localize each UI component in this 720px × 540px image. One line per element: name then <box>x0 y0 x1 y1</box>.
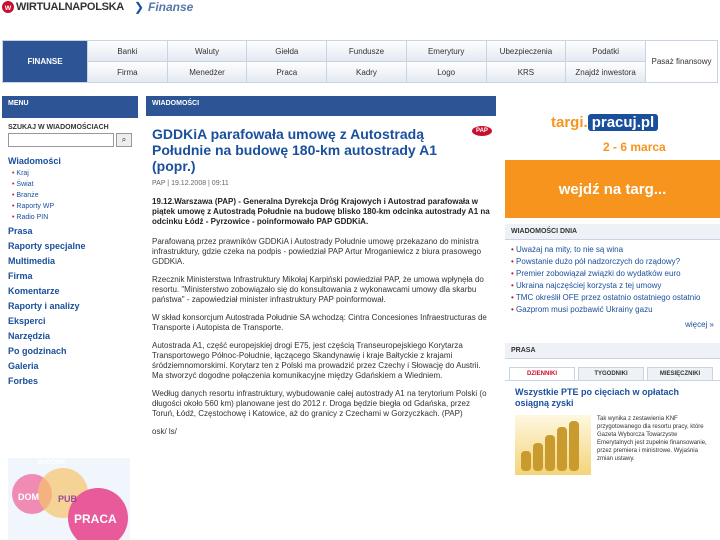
promo-label: PRACA <box>74 512 117 526</box>
article-paragraph: Parafowaną przez prawników GDDKiA i Auto… <box>152 237 482 266</box>
press-article-text: Tak wynika z zestawienia KNF przygotowan… <box>597 416 707 462</box>
right-column: targi. pracuj.pl 2 - 6 marca wejdź na tar… <box>505 96 720 475</box>
tab-dzienniki[interactable]: DZIENNIKI <box>509 367 575 380</box>
promo-label: DOM <box>18 492 39 502</box>
ad-logo: targi. pracuj.pl <box>551 114 659 131</box>
top-bar: w WIRTUALNAPOLSKA ❯ Finanse <box>0 0 720 14</box>
menu-subitem[interactable]: Raporty WP <box>2 201 138 212</box>
article-paragraph: osk/ ls/ <box>152 427 177 436</box>
coin-stack <box>569 421 579 471</box>
menu-item[interactable]: Galeria <box>2 360 138 373</box>
menu-item[interactable]: Po godzinach <box>2 345 138 358</box>
news-item[interactable]: Uważaj na mity, to nie są wina <box>511 244 714 256</box>
article-paragraph: W skład konsorcjum Autostrada Południe S… <box>152 313 487 332</box>
menu-subitem[interactable]: Kraj <box>2 168 138 179</box>
coins-image <box>515 415 591 475</box>
nav-item[interactable]: Podatki <box>565 41 645 62</box>
menu-item[interactable]: Raporty i analizy <box>2 300 138 313</box>
search-input[interactable] <box>8 133 114 147</box>
press-article-body: Tak wynika z zestawienia KNF przygotowan… <box>515 415 720 475</box>
search-icon: ⌕ <box>121 135 127 144</box>
main-nav: FINANSE Banki Waluty Giełda Fundusze Eme… <box>2 40 718 83</box>
search-row: ⌕ <box>2 133 138 147</box>
nav-item[interactable]: Menedżer <box>166 62 247 83</box>
article-section-header: WIADOMOŚCI <box>146 96 496 116</box>
article-paragraph: Według danych resortu infrastruktury, wy… <box>152 389 487 418</box>
nav-item[interactable]: Emerytury <box>405 41 486 62</box>
menu-item-wiadomosci[interactable]: Wiadomości <box>2 155 138 168</box>
coin-stack <box>521 451 531 471</box>
coin-stack <box>533 443 543 471</box>
search-label: SZUKAJ W WIADOMOŚCIACH <box>8 124 109 131</box>
nav-item[interactable]: Fundusze <box>326 41 406 62</box>
pap-badge: PAP <box>472 126 492 136</box>
promo-label: BUDOWE <box>38 460 66 466</box>
article-title: GDDKiA parafowała umowę z Autostradą Poł… <box>152 126 437 174</box>
press-tabs: DZIENNIKI TYGODNIKI MIESIĘCZNIKI <box>505 367 720 381</box>
nav-item[interactable]: Giełda <box>246 41 327 62</box>
menu-header: MENU <box>2 96 138 118</box>
menu-item[interactable]: Prasa <box>2 225 138 238</box>
left-menu: MENU SZUKAJ W WIADOMOŚCIACH ⌕ Wiadomości… <box>2 96 138 388</box>
tab-tygodniki[interactable]: TYGODNIKI <box>578 367 644 380</box>
menu-item[interactable]: Firma <box>2 270 138 283</box>
news-of-day-header: WIADOMOŚCI DNIA <box>505 224 720 240</box>
coin-stack <box>557 427 567 471</box>
ad-logo-prefix: targi. <box>551 114 588 131</box>
nav-grid: Banki Waluty Giełda Fundusze Emerytury U… <box>87 41 645 83</box>
press-header: PRASA <box>505 343 720 359</box>
nav-item[interactable]: Ubezpieczenia <box>485 41 566 62</box>
article-paragraph: Rzecznik Ministerstwa Infrastruktury Mik… <box>152 275 484 304</box>
menu-item[interactable]: Komentarze <box>2 285 138 298</box>
section-title[interactable]: Finanse <box>148 0 193 14</box>
menu-item[interactable]: Forbes <box>2 375 138 388</box>
nav-item[interactable]: Praca <box>246 62 327 83</box>
menu-item[interactable]: Raporty specjalne <box>2 240 138 253</box>
news-item[interactable]: Gazprom musi pozbawić Ukrainy gazu <box>511 304 714 316</box>
news-item[interactable]: Powstanie dużo pół nadzorczych do rządow… <box>511 256 714 268</box>
nav-pasaz-finansowy[interactable]: Pasaż finansowy <box>645 41 717 82</box>
wp-logo-text: WIRTUALNAPOLSKA <box>16 1 124 13</box>
news-item[interactable]: Premier zobowiązał związki do wydatków e… <box>511 268 714 280</box>
nav-item[interactable]: Banki <box>87 41 167 62</box>
menu-item[interactable]: Multimedia <box>2 255 138 268</box>
menu-item[interactable]: Narzędzia <box>2 330 138 343</box>
menu-subitem[interactable]: Branże <box>2 190 138 201</box>
ad-cta[interactable]: wejdź na targ... <box>505 160 720 218</box>
nav-item[interactable]: Waluty <box>166 41 247 62</box>
tab-miesieczniki[interactable]: MIESIĘCZNIKI <box>647 367 713 380</box>
chevron-right-icon: ❯ <box>133 0 144 14</box>
nav-item[interactable]: Logo <box>405 62 486 83</box>
news-item[interactable]: Ukraina najczęściej korzysta z tej umowy <box>511 280 714 292</box>
nav-item[interactable]: Znajdź inwestora <box>565 62 645 83</box>
nav-item[interactable]: Kadry <box>326 62 406 83</box>
ad-banner-top[interactable]: targi. pracuj.pl 2 - 6 marca <box>505 96 720 160</box>
news-of-day-list: Uważaj na mity, to nie są wina Powstanie… <box>505 240 720 320</box>
article: WIADOMOŚCI PAP GDDKiA parafowała umowę z… <box>146 96 496 445</box>
article-lead: 19.12.Warszawa (PAP) - Generalna Dyrekcj… <box>152 197 490 226</box>
nav-home[interactable]: FINANSE <box>3 41 87 82</box>
promo-banner[interactable]: BUDOWE DOM PUB PRACA <box>8 458 130 540</box>
more-news-link[interactable]: więcej » <box>505 320 720 333</box>
press-article-title[interactable]: Wszystkie PTE po cięciach w opłatach osi… <box>515 387 714 409</box>
ad-dates: 2 - 6 marca <box>603 140 666 154</box>
ad-logo-box: pracuj.pl <box>587 114 659 131</box>
nav-item[interactable]: Firma <box>87 62 167 83</box>
menu-subitem[interactable]: Radio PIN <box>2 212 138 223</box>
menu-item[interactable]: Eksperci <box>2 315 138 328</box>
nav-item[interactable]: KRS <box>485 62 566 83</box>
search-button[interactable]: ⌕ <box>116 133 132 147</box>
coin-stack <box>545 435 555 471</box>
wp-logo[interactable]: w WIRTUALNAPOLSKA <box>2 1 124 13</box>
news-item[interactable]: TMC określił OFE przez ostatnio ostatnie… <box>511 292 714 304</box>
article-meta: PAP | 19.12.2008 | 09:11 <box>152 180 229 187</box>
article-paragraph: Autostrada A1, część europejskiej drogi … <box>152 341 481 380</box>
menu-subitem[interactable]: Świat <box>2 179 138 190</box>
promo-label: PUB <box>58 494 78 504</box>
wp-logo-icon: w <box>2 1 14 13</box>
